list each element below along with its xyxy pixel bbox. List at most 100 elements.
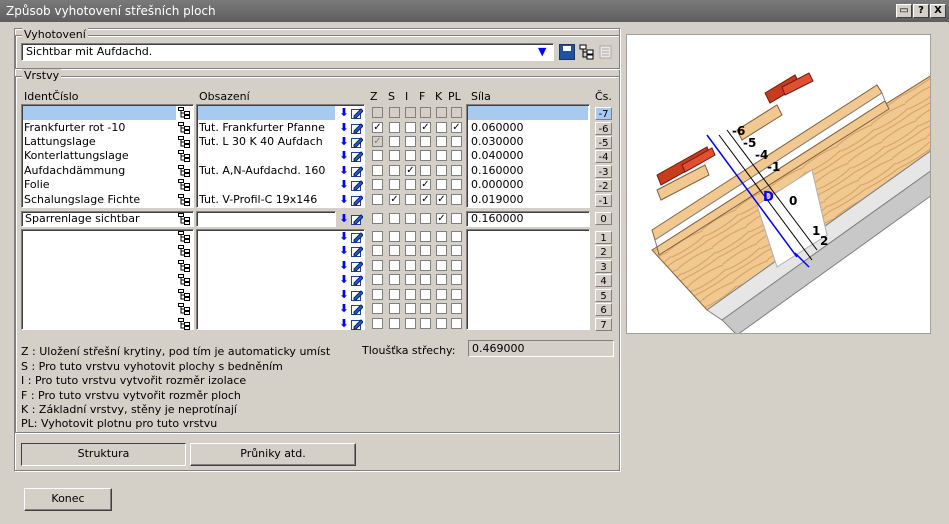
tree-icon[interactable] [178,150,190,162]
tree-icon[interactable] [178,179,190,191]
checkbox-f[interactable] [420,318,431,329]
checkbox-k[interactable] [436,231,447,242]
edit-icon[interactable] [351,231,364,243]
checkbox-z[interactable] [372,107,383,118]
layer-obsazeni[interactable]: Tut. Frankfurter Pfanne [199,121,335,135]
checkbox-s[interactable] [389,107,400,118]
checkbox-k[interactable] [436,318,447,329]
checkbox-z[interactable] [372,274,383,285]
tree-icon[interactable] [178,303,190,315]
checkbox-f[interactable] [420,136,431,147]
checkbox-k[interactable] [436,136,447,147]
checkbox-f[interactable] [420,260,431,271]
checkbox-f[interactable]: ✓ [420,194,431,205]
arrow-down-icon[interactable]: ⬇ [338,289,350,301]
checkbox-f[interactable] [420,274,431,285]
checkbox-k[interactable] [436,122,447,133]
layer-sila[interactable] [471,106,581,120]
checkbox-f[interactable] [420,213,431,224]
arrow-down-icon[interactable]: ⬇ [338,260,350,272]
checkbox-z[interactable] [372,245,383,256]
edit-icon[interactable] [351,122,364,134]
save-icon[interactable] [559,44,575,60]
edit-icon[interactable] [351,179,364,191]
checkbox-f[interactable] [420,165,431,176]
checkbox-f[interactable]: ✓ [420,122,431,133]
checkbox-f[interactable] [420,245,431,256]
arrow-down-icon[interactable]: ⬇ [338,150,350,162]
checkbox-z[interactable]: ✓ [372,122,383,133]
ident-list-lower[interactable] [21,229,194,330]
checkbox-pl[interactable] [451,107,462,118]
tree-icon[interactable] [178,245,190,257]
tree-icon[interactable] [178,194,190,206]
checkbox-pl[interactable] [451,213,462,224]
arrow-down-icon[interactable]: ⬇ [338,194,350,206]
tree-icon[interactable] [178,165,190,177]
edit-icon[interactable] [351,165,364,177]
tree-icon[interactable] [178,318,190,330]
checkbox-i[interactable] [405,318,416,329]
layer-obsazeni[interactable]: Tut. A,N-Aufdachd. 160 [199,164,335,178]
arrow-down-icon[interactable]: ⬇ [338,136,350,148]
checkbox-z[interactable] [372,150,383,161]
checkbox-k[interactable] [436,303,447,314]
checkbox-s[interactable] [389,318,400,329]
layer-obsazeni[interactable]: Tut. V-Profil-C 19x146 [199,193,335,207]
layer-sila[interactable]: 0.000000 [471,178,581,192]
edit-icon[interactable] [351,213,364,225]
checkbox-pl[interactable] [451,303,462,314]
layer-sila[interactable]: 0.019000 [471,193,581,207]
edit-icon[interactable] [351,194,364,206]
checkbox-k[interactable]: ✓ [436,194,447,205]
layer-sila[interactable]: 0.160000 [471,164,581,178]
checkbox-i[interactable] [405,107,416,118]
tree-icon[interactable] [178,122,190,134]
checkbox-f[interactable] [420,289,431,300]
arrow-down-icon[interactable]: ⬇ [338,165,350,177]
checkbox-i[interactable] [405,303,416,314]
checkbox-pl[interactable] [451,260,462,271]
tree-icon[interactable] [178,136,190,148]
checkbox-k[interactable] [436,165,447,176]
checkbox-z[interactable] [372,318,383,329]
checkbox-s[interactable] [389,213,400,224]
layer-ident[interactable] [24,106,174,120]
checkbox-pl[interactable] [451,150,462,161]
layer-sila[interactable]: 0.060000 [471,121,581,135]
checkbox-s[interactable] [389,122,400,133]
checkbox-i[interactable] [405,289,416,300]
tab-struktura[interactable]: Struktura [21,443,186,466]
layer-obsazeni[interactable] [199,106,335,120]
restore-icon[interactable]: ▭ [896,4,912,18]
checkbox-f[interactable] [420,107,431,118]
checkbox-k[interactable] [436,289,447,300]
layer-ident[interactable]: Aufdachdämmung [24,164,174,178]
checkbox-i[interactable]: ✓ [405,165,416,176]
checkbox-pl[interactable]: ✓ [451,122,462,133]
checkbox-f[interactable] [420,303,431,314]
checkbox-i[interactable] [405,150,416,161]
checkbox-z[interactable]: ✓ [372,136,383,147]
checkbox-s[interactable] [389,260,400,271]
edit-icon[interactable] [351,150,364,162]
checkbox-k[interactable] [436,274,447,285]
edit-icon[interactable] [351,136,364,148]
checkbox-z[interactable] [372,289,383,300]
arrow-down-icon[interactable]: ⬇ [338,245,350,257]
checkbox-pl[interactable] [451,194,462,205]
layer-ident[interactable]: Folie [24,178,174,192]
checkbox-s[interactable] [389,150,400,161]
checkbox-i[interactable] [405,274,416,285]
checkbox-f[interactable]: ✓ [420,179,431,190]
arrow-down-icon[interactable]: ⬇ [338,231,350,243]
checkbox-pl[interactable] [451,289,462,300]
checkbox-f[interactable] [420,150,431,161]
sila-list-lower[interactable] [466,229,590,330]
checkbox-z[interactable] [372,194,383,205]
layer-ident[interactable]: Lattungslage [24,135,174,149]
tree-icon[interactable] [178,289,190,301]
checkbox-pl[interactable] [451,179,462,190]
checkbox-k[interactable] [436,179,447,190]
checkbox-pl[interactable] [451,136,462,147]
